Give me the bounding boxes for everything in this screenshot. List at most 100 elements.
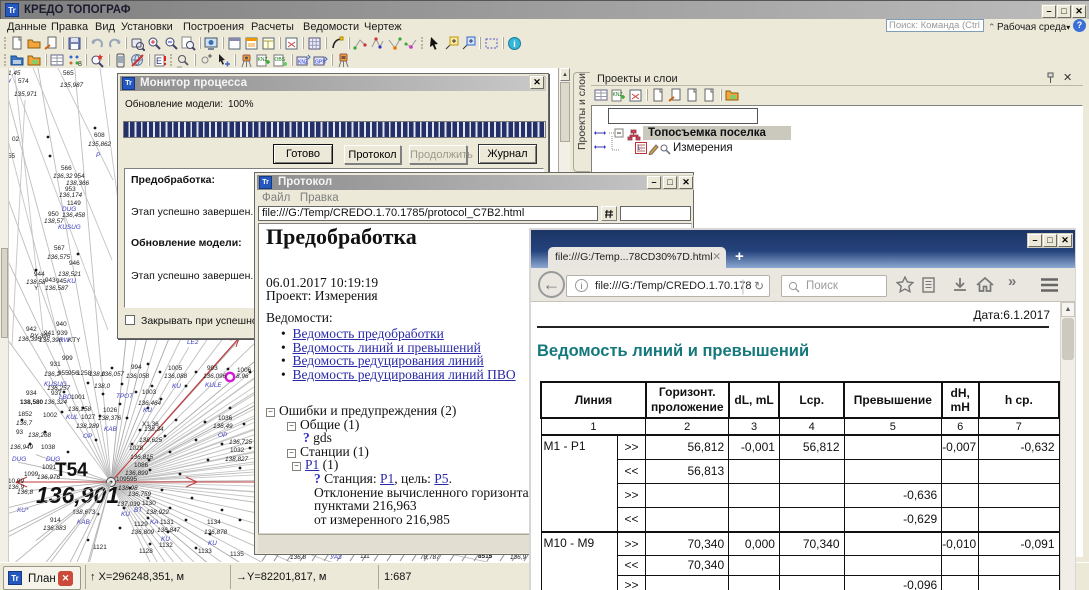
svg-text:950: 950 xyxy=(48,211,59,218)
svg-text:136,878: 136,878 xyxy=(204,529,228,536)
svg-text:1,45: 1,45 xyxy=(9,70,21,77)
svg-text:1028: 1028 xyxy=(129,445,144,452)
svg-text:939: 939 xyxy=(57,330,68,337)
svg-text:KU: KU xyxy=(67,278,76,285)
svg-text:138,673: 138,673 xyxy=(72,509,96,516)
svg-text:LE2: LE2 xyxy=(187,339,199,346)
svg-text:DUG: DUG xyxy=(12,456,26,463)
svg-text:1130: 1130 xyxy=(142,500,156,507)
svg-text:136,9: 136,9 xyxy=(510,554,526,561)
svg-text:136,458: 136,458 xyxy=(62,212,86,219)
svg-text:565: 565 xyxy=(63,70,74,77)
svg-text:946: 946 xyxy=(69,260,80,267)
svg-text:OP: OP xyxy=(83,433,93,440)
svg-text:136,088: 136,088 xyxy=(164,373,188,380)
svg-text:1:: 1: xyxy=(637,146,642,152)
svg-text:136,759: 136,759 xyxy=(128,491,152,498)
svg-text:135,987: 135,987 xyxy=(60,82,84,89)
svg-text:136,8: 136,8 xyxy=(17,489,33,496)
svg-text:138,289: 138,289 xyxy=(76,423,100,430)
svg-text:136,096: 136,096 xyxy=(203,373,227,380)
svg-text:1032: 1032 xyxy=(230,447,245,454)
svg-text:136,174: 136,174 xyxy=(59,192,83,199)
svg-text:1134: 1134 xyxy=(207,519,221,526)
svg-text:136,7: 136,7 xyxy=(16,420,32,427)
svg-text:KTY: KTY xyxy=(68,337,81,344)
svg-text:136,8: 136,8 xyxy=(290,554,306,561)
svg-text:136,324: 136,324 xyxy=(44,399,68,406)
svg-text:KAB: KAB xyxy=(104,426,118,433)
svg-text:8: 8 xyxy=(78,61,82,68)
svg-text:574: 574 xyxy=(18,78,29,85)
svg-text:T54: T54 xyxy=(55,460,88,481)
svg-text:914: 914 xyxy=(50,517,61,524)
svg-text:136,32: 136,32 xyxy=(53,173,73,180)
svg-text:567: 567 xyxy=(54,245,65,252)
svg-text:1036: 1036 xyxy=(218,415,233,422)
svg-text:944: 944 xyxy=(34,271,45,278)
svg-text:138,521: 138,521 xyxy=(58,271,82,278)
svg-text:PY,396: PY,396 xyxy=(30,333,51,340)
svg-text:TPOT: TPOT xyxy=(116,393,134,400)
svg-text:945: 945 xyxy=(56,278,67,285)
svg-text:P: P xyxy=(96,152,101,159)
svg-text:OP: OP xyxy=(218,432,228,439)
svg-text:93: 93 xyxy=(16,429,24,436)
svg-text:1131: 1131 xyxy=(160,519,174,526)
svg-text:138,580: 138,580 xyxy=(20,399,44,406)
svg-text:8,96: 8,96 xyxy=(236,373,249,380)
svg-text:138,376: 138,376 xyxy=(98,415,122,422)
svg-text:942: 942 xyxy=(26,326,37,333)
svg-text:1132: 1132 xyxy=(159,542,173,549)
svg-text:KU: KU xyxy=(208,540,217,547)
svg-text:138,625: 138,625 xyxy=(139,437,163,444)
svg-text:KU: KU xyxy=(121,511,130,518)
svg-text:1133: 1133 xyxy=(198,548,212,555)
svg-text:KNZ: KNZ xyxy=(298,60,308,66)
svg-text:934: 934 xyxy=(26,390,37,397)
svg-text:136,587: 136,587 xyxy=(45,285,69,292)
svg-text:i: i xyxy=(513,39,516,49)
svg-text:y: y xyxy=(9,77,12,84)
svg-text:138,268: 138,268 xyxy=(28,432,52,439)
svg-text:KULE: KULE xyxy=(205,382,222,389)
svg-text:1135: 1135 xyxy=(230,551,244,558)
svg-text:135,971: 135,971 xyxy=(14,91,38,98)
svg-text:78,787: 78,787 xyxy=(420,554,440,561)
svg-text:136,49: 136,49 xyxy=(213,423,233,430)
svg-text:566: 566 xyxy=(61,165,72,172)
svg-text:Y: Y xyxy=(34,285,39,292)
svg-text:1002: 1002 xyxy=(43,412,58,419)
svg-text:E: E xyxy=(156,56,162,66)
svg-text:1128: 1128 xyxy=(139,548,153,555)
svg-text:136,949: 136,949 xyxy=(10,444,34,451)
svg-text:1001: 1001 xyxy=(71,394,86,401)
svg-text:138,827: 138,827 xyxy=(225,456,249,463)
svg-text:999: 999 xyxy=(62,355,73,362)
svg-text:136,464: 136,464 xyxy=(138,400,162,407)
svg-text:1027: 1027 xyxy=(81,414,96,421)
svg-text:1026: 1026 xyxy=(103,407,118,414)
svg-text:136,575: 136,575 xyxy=(47,254,71,261)
svg-text:95: 95 xyxy=(130,476,138,483)
svg-text:608: 608 xyxy=(94,132,105,139)
svg-text:943: 943 xyxy=(45,277,56,284)
svg-text:138,922: 138,922 xyxy=(146,509,170,516)
svg-text:136,847: 136,847 xyxy=(157,527,181,534)
svg-text:KUSUG: KUSUG xyxy=(58,224,81,231)
svg-text:1121: 1121 xyxy=(93,544,107,551)
svg-text:993: 993 xyxy=(207,365,218,372)
svg-text:KU: KU xyxy=(172,383,181,390)
svg-text:02: 02 xyxy=(12,136,20,143)
svg-text:KA: KA xyxy=(150,519,159,526)
svg-text:1003: 1003 xyxy=(142,389,157,396)
svg-text:BT: BT xyxy=(134,507,143,514)
svg-text:1038: 1038 xyxy=(41,444,56,451)
svg-text:1852: 1852 xyxy=(18,411,33,418)
svg-text:KUL: KUL xyxy=(66,414,79,421)
svg-text:55: 55 xyxy=(9,153,16,160)
svg-text:136,058: 136,058 xyxy=(126,373,150,380)
svg-text:136,883: 136,883 xyxy=(43,525,67,532)
svg-text:994: 994 xyxy=(131,364,142,371)
svg-text:GPS: GPS xyxy=(315,60,326,66)
